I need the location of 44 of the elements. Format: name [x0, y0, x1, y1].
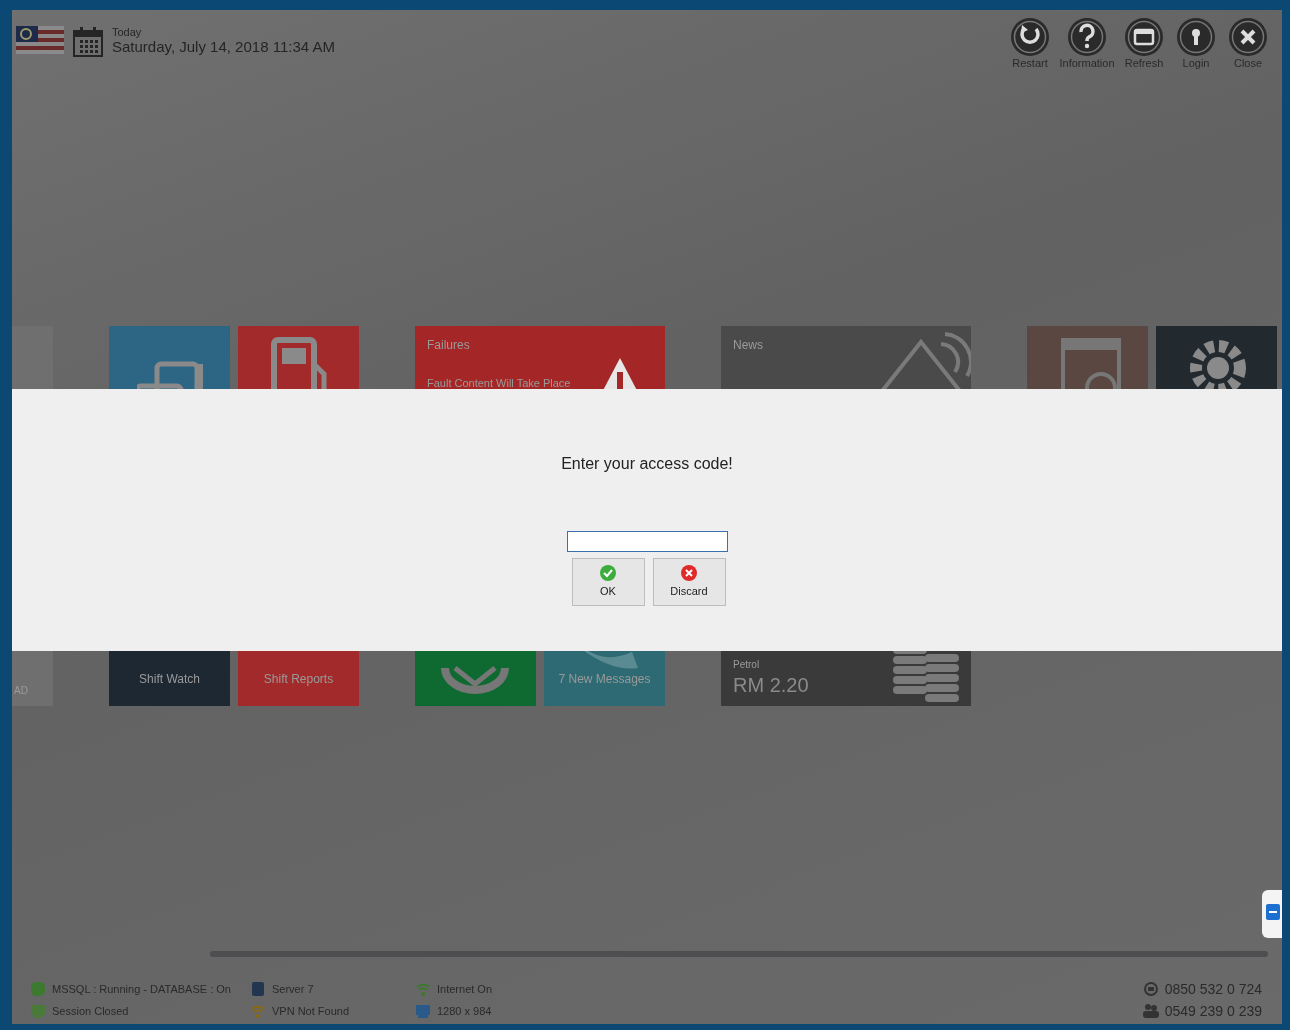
people-icon	[1142, 1003, 1159, 1019]
discard-button[interactable]: Discard	[652, 558, 726, 606]
help-icon	[1067, 17, 1107, 57]
phone-number: 0549 239 0 239	[1164, 1001, 1262, 1021]
tile-label: 7 New Messages	[557, 671, 652, 688]
tile-label: Shift Reports	[262, 671, 335, 688]
status-text: 1280 x 984	[437, 1003, 492, 1019]
window-button[interactable]: Refresh	[1118, 17, 1170, 90]
remote-support-tab[interactable]	[1262, 890, 1282, 938]
help-button[interactable]: Information	[1056, 17, 1118, 90]
phone-number: 0850 532 0 724	[1164, 979, 1262, 999]
status-text: MSSQL : Running - DATABASE : On	[52, 981, 231, 997]
restart-button[interactable]: Restart	[1004, 17, 1056, 90]
scrollbar[interactable]	[210, 951, 1268, 957]
alert-text: Fault Content Will Take Place	[427, 376, 571, 391]
close-icon	[1228, 17, 1268, 57]
database-icon	[30, 981, 46, 997]
date-caption: Today	[112, 26, 143, 38]
access-code-field[interactable]	[566, 531, 728, 552]
wifi-icon	[250, 1003, 266, 1019]
server-icon	[250, 981, 266, 997]
calendar-icon	[72, 26, 104, 58]
prompt-text: Enter your access code!	[561, 454, 733, 474]
close-icon	[681, 564, 697, 581]
tile-title: Failures	[427, 337, 470, 354]
monitor-icon	[30, 1003, 46, 1019]
wifi-icon	[415, 981, 431, 997]
window-icon	[1124, 17, 1164, 57]
tile-label: Shift Watch	[138, 671, 201, 688]
screen-icon	[415, 1003, 431, 1019]
restart-icon	[1010, 17, 1050, 57]
status-text: Server 7	[272, 981, 314, 997]
tile-title: News	[733, 337, 763, 354]
status-text: Session Closed	[52, 1003, 129, 1019]
tile-title: Petrol	[733, 658, 760, 672]
status-text: Internet On	[437, 981, 493, 997]
check-icon	[600, 564, 616, 581]
ok-button[interactable]: OK	[571, 558, 645, 606]
flag-icon	[16, 26, 64, 54]
keyhole-icon	[1176, 17, 1216, 57]
status-text: VPN Not Found	[272, 1003, 350, 1019]
keyhole-button[interactable]: Login	[1170, 17, 1222, 90]
price-value: RM 2.20	[733, 673, 809, 698]
date-text: Saturday, July 14, 2018 11:34 AM	[112, 38, 335, 56]
